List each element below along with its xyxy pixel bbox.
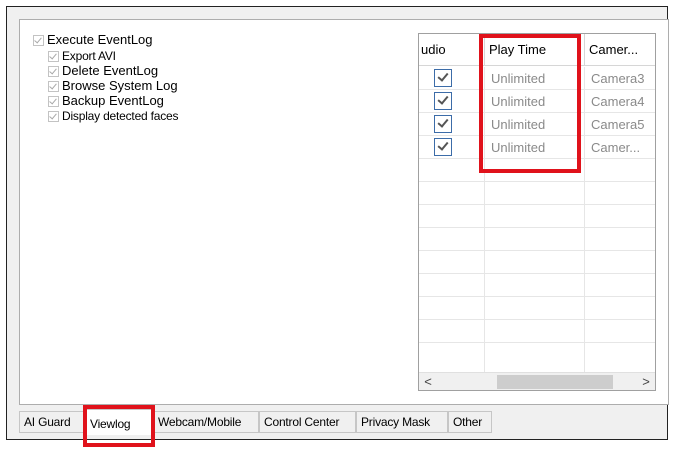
checkbox-icon[interactable]: [33, 34, 44, 46]
perm-label: Backup EventLog: [62, 93, 164, 108]
column-header-camera[interactable]: Camer...: [585, 34, 655, 66]
tab-viewlog[interactable]: Viewlog: [85, 409, 153, 435]
perm-label: Delete EventLog: [62, 63, 159, 78]
checkbox-icon[interactable]: [434, 138, 452, 156]
tab-other[interactable]: Other: [448, 411, 492, 433]
camera-cell[interactable]: Camer...: [585, 136, 655, 159]
checkbox-icon[interactable]: [48, 50, 59, 62]
empty-row: [419, 228, 655, 251]
empty-row: [419, 343, 655, 374]
table-row[interactable]: Unlimited Camera4: [419, 90, 655, 113]
tab-privacy-mask[interactable]: Privacy Mask: [356, 411, 448, 433]
checkbox-icon[interactable]: [434, 69, 452, 87]
perm-export-avi[interactable]: Export AVI: [48, 49, 116, 63]
viewlog-panel: Execute EventLog Export AVI Delete Event…: [19, 19, 669, 405]
play-time-cell[interactable]: Unlimited: [485, 90, 585, 113]
camera-cell[interactable]: Camera3: [585, 67, 655, 90]
scroll-right-icon[interactable]: >: [637, 373, 655, 390]
checkbox-icon[interactable]: [434, 92, 452, 110]
perm-label: Display detected faces: [62, 109, 179, 123]
table-row[interactable]: Unlimited Camer...: [419, 136, 655, 159]
empty-row: [419, 182, 655, 205]
perm-backup-eventlog[interactable]: Backup EventLog: [48, 94, 164, 108]
play-time-cell[interactable]: Unlimited: [485, 113, 585, 136]
checkbox-icon[interactable]: [48, 110, 59, 122]
perm-label: Export AVI: [62, 49, 116, 63]
empty-row: [419, 251, 655, 274]
camera-cell[interactable]: Camera5: [585, 113, 655, 136]
checkbox-icon[interactable]: [48, 65, 59, 77]
audio-cell[interactable]: [419, 90, 485, 113]
checkbox-icon[interactable]: [48, 95, 59, 107]
tab-ai-guard[interactable]: AI Guard: [19, 411, 85, 433]
camera-cell[interactable]: Camera4: [585, 90, 655, 113]
scrollbar-thumb[interactable]: [497, 375, 613, 389]
play-time-cell[interactable]: Unlimited: [485, 136, 585, 159]
checkbox-icon[interactable]: [434, 115, 452, 133]
horizontal-scrollbar[interactable]: < >: [419, 372, 655, 390]
perm-browse-system-log[interactable]: Browse System Log: [48, 79, 178, 93]
table-row[interactable]: Unlimited Camera5: [419, 113, 655, 136]
tab-webcam-mobile[interactable]: Webcam/Mobile: [153, 411, 259, 433]
empty-row: [419, 320, 655, 343]
empty-row: [419, 297, 655, 320]
table-row[interactable]: Unlimited Camera3: [419, 67, 655, 90]
empty-row: [419, 274, 655, 297]
empty-row: [419, 159, 655, 182]
grid-header: udio Play Time Camer...: [419, 34, 655, 66]
camera-permission-grid[interactable]: udio Play Time Camer... Unlimited Camera…: [418, 33, 656, 391]
perm-delete-eventlog[interactable]: Delete EventLog: [48, 64, 158, 78]
audio-cell[interactable]: [419, 113, 485, 136]
column-header-play-time[interactable]: Play Time: [485, 34, 585, 66]
audio-cell[interactable]: [419, 136, 485, 159]
tab-control-center[interactable]: Control Center: [259, 411, 356, 433]
audio-cell[interactable]: [419, 67, 485, 90]
play-time-cell[interactable]: Unlimited: [485, 67, 585, 90]
perm-display-detected-faces[interactable]: Display detected faces: [48, 109, 179, 123]
perm-label: Browse System Log: [62, 78, 178, 93]
scroll-left-icon[interactable]: <: [419, 373, 437, 390]
perm-execute-eventlog[interactable]: Execute EventLog: [33, 33, 153, 47]
column-header-audio[interactable]: udio: [419, 34, 485, 66]
checkbox-icon[interactable]: [48, 80, 59, 92]
empty-row: [419, 205, 655, 228]
perm-label: Execute EventLog: [47, 32, 153, 47]
